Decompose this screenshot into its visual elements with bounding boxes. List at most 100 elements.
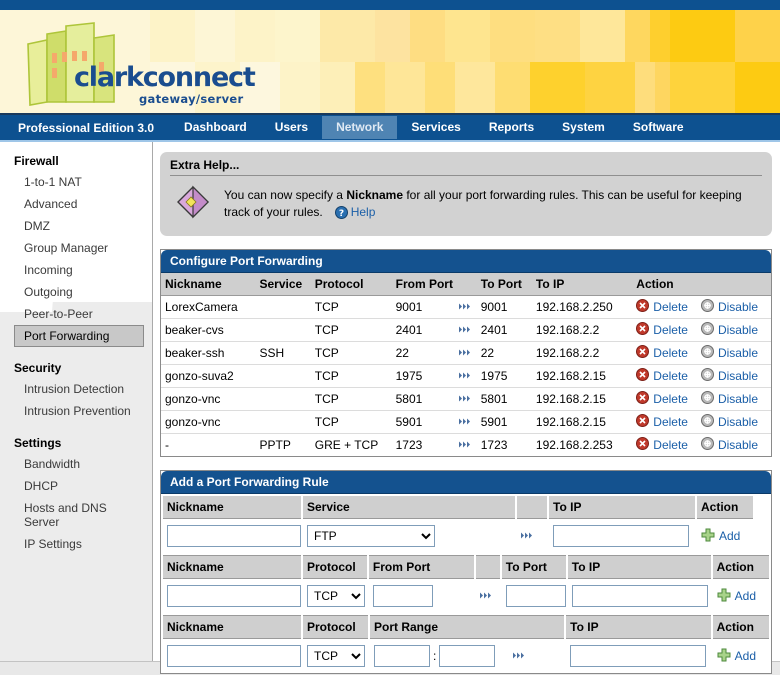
forward-arrow-icon bbox=[521, 529, 535, 543]
add-service-link[interactable]: Add bbox=[719, 529, 740, 543]
add-port-link[interactable]: Add bbox=[735, 589, 756, 603]
forward-arrow-icon bbox=[455, 410, 477, 434]
cell-to-ip: 192.168.2.250 bbox=[531, 295, 633, 319]
delete-link[interactable]: Delete bbox=[653, 415, 688, 429]
add-range-rule-action[interactable]: Add bbox=[717, 648, 756, 665]
port-fromport-input[interactable] bbox=[372, 585, 433, 607]
nav-item-network[interactable]: Network bbox=[322, 116, 398, 139]
range-start-input[interactable] bbox=[374, 645, 430, 667]
range-col-action: Action bbox=[712, 615, 769, 639]
col-header-to-ip: To IP bbox=[531, 273, 633, 296]
add-port-rule-action[interactable]: Add bbox=[717, 588, 756, 605]
range-end-input[interactable] bbox=[439, 645, 496, 667]
port-toport-input[interactable] bbox=[505, 585, 566, 607]
nav-item-services[interactable]: Services bbox=[397, 116, 474, 139]
forward-arrow-icon bbox=[455, 364, 477, 388]
disable-icon bbox=[700, 391, 714, 407]
nav-item-system[interactable]: System bbox=[548, 116, 619, 139]
disable-link[interactable]: Disable bbox=[718, 415, 758, 429]
delete-link[interactable]: Delete bbox=[653, 346, 688, 360]
disable-rule-action[interactable]: Disable bbox=[700, 437, 758, 453]
configure-panel-title: Configure Port Forwarding bbox=[161, 250, 771, 273]
delete-link[interactable]: Delete bbox=[653, 392, 688, 406]
disable-rule-action[interactable]: Disable bbox=[700, 345, 758, 361]
disable-link[interactable]: Disable bbox=[718, 438, 758, 452]
service-nickname-input[interactable] bbox=[167, 525, 301, 547]
delete-rule-action[interactable]: Delete bbox=[636, 322, 688, 338]
table-row: beaker-cvs TCP 2401 2401 192.168.2.2 Delete Di… bbox=[161, 318, 771, 342]
table-row: gonzo-suva2 TCP 1975 1975 192.168.2.15 Delete… bbox=[161, 364, 771, 388]
delete-icon bbox=[636, 322, 650, 338]
sidebar-item-hosts-and-dns-server[interactable]: Hosts and DNS Server bbox=[14, 497, 144, 533]
range-toip-input[interactable] bbox=[570, 645, 707, 667]
edition-label: Professional Edition 3.0 bbox=[18, 120, 155, 135]
port-protocol-select[interactable]: TCP bbox=[307, 585, 365, 607]
range-nickname-input[interactable] bbox=[167, 645, 301, 667]
nav-item-software[interactable]: Software bbox=[619, 116, 698, 139]
disable-rule-action[interactable]: Disable bbox=[700, 368, 758, 384]
service-toip-input[interactable] bbox=[553, 525, 689, 547]
nav-item-users[interactable]: Users bbox=[261, 116, 322, 139]
sidebar-item-1-to-1-nat[interactable]: 1-to-1 NAT bbox=[14, 171, 144, 193]
disable-link[interactable]: Disable bbox=[718, 346, 758, 360]
add-service-rule-action[interactable]: Add bbox=[701, 528, 740, 545]
sidebar-item-group-manager[interactable]: Group Manager bbox=[14, 237, 144, 259]
cell-protocol: TCP bbox=[310, 387, 392, 411]
port-col-fromport: From Port bbox=[368, 555, 475, 579]
disable-link[interactable]: Disable bbox=[718, 392, 758, 406]
port-toip-input[interactable] bbox=[571, 585, 708, 607]
forward-arrow-icon bbox=[455, 387, 477, 411]
cell-to-ip: 192.168.2.15 bbox=[531, 387, 633, 411]
main-area: Firewall 1-to-1 NAT Advanced DMZ Group M… bbox=[0, 142, 780, 674]
disable-rule-action[interactable]: Disable bbox=[700, 391, 758, 407]
sidebar-item-bandwidth[interactable]: Bandwidth bbox=[14, 453, 144, 475]
sidebar-item-peer-to-peer[interactable]: Peer-to-Peer bbox=[14, 303, 144, 325]
range-protocol-select[interactable]: TCP bbox=[307, 645, 365, 667]
extra-help-box: Extra Help... You can now specify a Nick… bbox=[160, 152, 772, 236]
cell-action: Delete Disable bbox=[632, 410, 771, 434]
cell-to-port: 9001 bbox=[476, 295, 532, 319]
help-link[interactable]: Help bbox=[351, 205, 376, 219]
col-header-to-port: To Port bbox=[476, 273, 532, 296]
disable-link[interactable]: Disable bbox=[718, 323, 758, 337]
sidebar-item-intrusion-prevention[interactable]: Intrusion Prevention bbox=[14, 400, 144, 422]
port-nickname-input[interactable] bbox=[167, 585, 301, 607]
disable-link[interactable]: Disable bbox=[718, 369, 758, 383]
delete-rule-action[interactable]: Delete bbox=[636, 414, 688, 430]
sidebar-item-incoming[interactable]: Incoming bbox=[14, 259, 144, 281]
disable-rule-action[interactable]: Disable bbox=[700, 322, 758, 338]
delete-link[interactable]: Delete bbox=[653, 323, 688, 337]
sidebar-item-port-forwarding[interactable]: Port Forwarding bbox=[14, 325, 144, 347]
sidebar-item-dhcp[interactable]: DHCP bbox=[14, 475, 144, 497]
disable-icon bbox=[700, 345, 714, 361]
delete-icon bbox=[636, 299, 650, 315]
cell-service bbox=[255, 410, 311, 434]
add-range-link[interactable]: Add bbox=[735, 649, 756, 663]
delete-rule-action[interactable]: Delete bbox=[636, 391, 688, 407]
range-form-input-row: TCP : Add bbox=[163, 641, 769, 671]
delete-rule-action[interactable]: Delete bbox=[636, 299, 688, 315]
nav-item-reports[interactable]: Reports bbox=[475, 116, 548, 139]
delete-rule-action[interactable]: Delete bbox=[636, 345, 688, 361]
nav-item-dashboard[interactable]: Dashboard bbox=[170, 116, 261, 139]
cell-to-ip: 192.168.2.2 bbox=[531, 341, 633, 365]
question-mark-icon: ? bbox=[334, 206, 348, 224]
delete-rule-action[interactable]: Delete bbox=[636, 437, 688, 453]
sidebar-item-ip-settings[interactable]: IP Settings bbox=[14, 533, 144, 555]
disable-rule-action[interactable]: Disable bbox=[700, 299, 758, 315]
sidebar-item-outgoing[interactable]: Outgoing bbox=[14, 281, 144, 303]
disable-rule-action[interactable]: Disable bbox=[700, 414, 758, 430]
service-select[interactable]: FTP bbox=[307, 525, 435, 547]
delete-rule-action[interactable]: Delete bbox=[636, 368, 688, 384]
help-text-part1: You can now specify a bbox=[224, 188, 347, 202]
sidebar-item-intrusion-detection[interactable]: Intrusion Detection bbox=[14, 378, 144, 400]
delete-link[interactable]: Delete bbox=[653, 300, 688, 314]
sidebar-item-advanced[interactable]: Advanced bbox=[14, 193, 144, 215]
delete-link[interactable]: Delete bbox=[653, 438, 688, 452]
sidebar-item-dmz[interactable]: DMZ bbox=[14, 215, 144, 237]
table-row: - PPTP GRE + TCP 1723 1723 192.168.2.253 Delet… bbox=[161, 434, 771, 457]
delete-link[interactable]: Delete bbox=[653, 369, 688, 383]
port-arrow-cell bbox=[476, 581, 500, 611]
disable-link[interactable]: Disable bbox=[718, 300, 758, 314]
port-protocol-cell: TCP bbox=[303, 581, 367, 611]
